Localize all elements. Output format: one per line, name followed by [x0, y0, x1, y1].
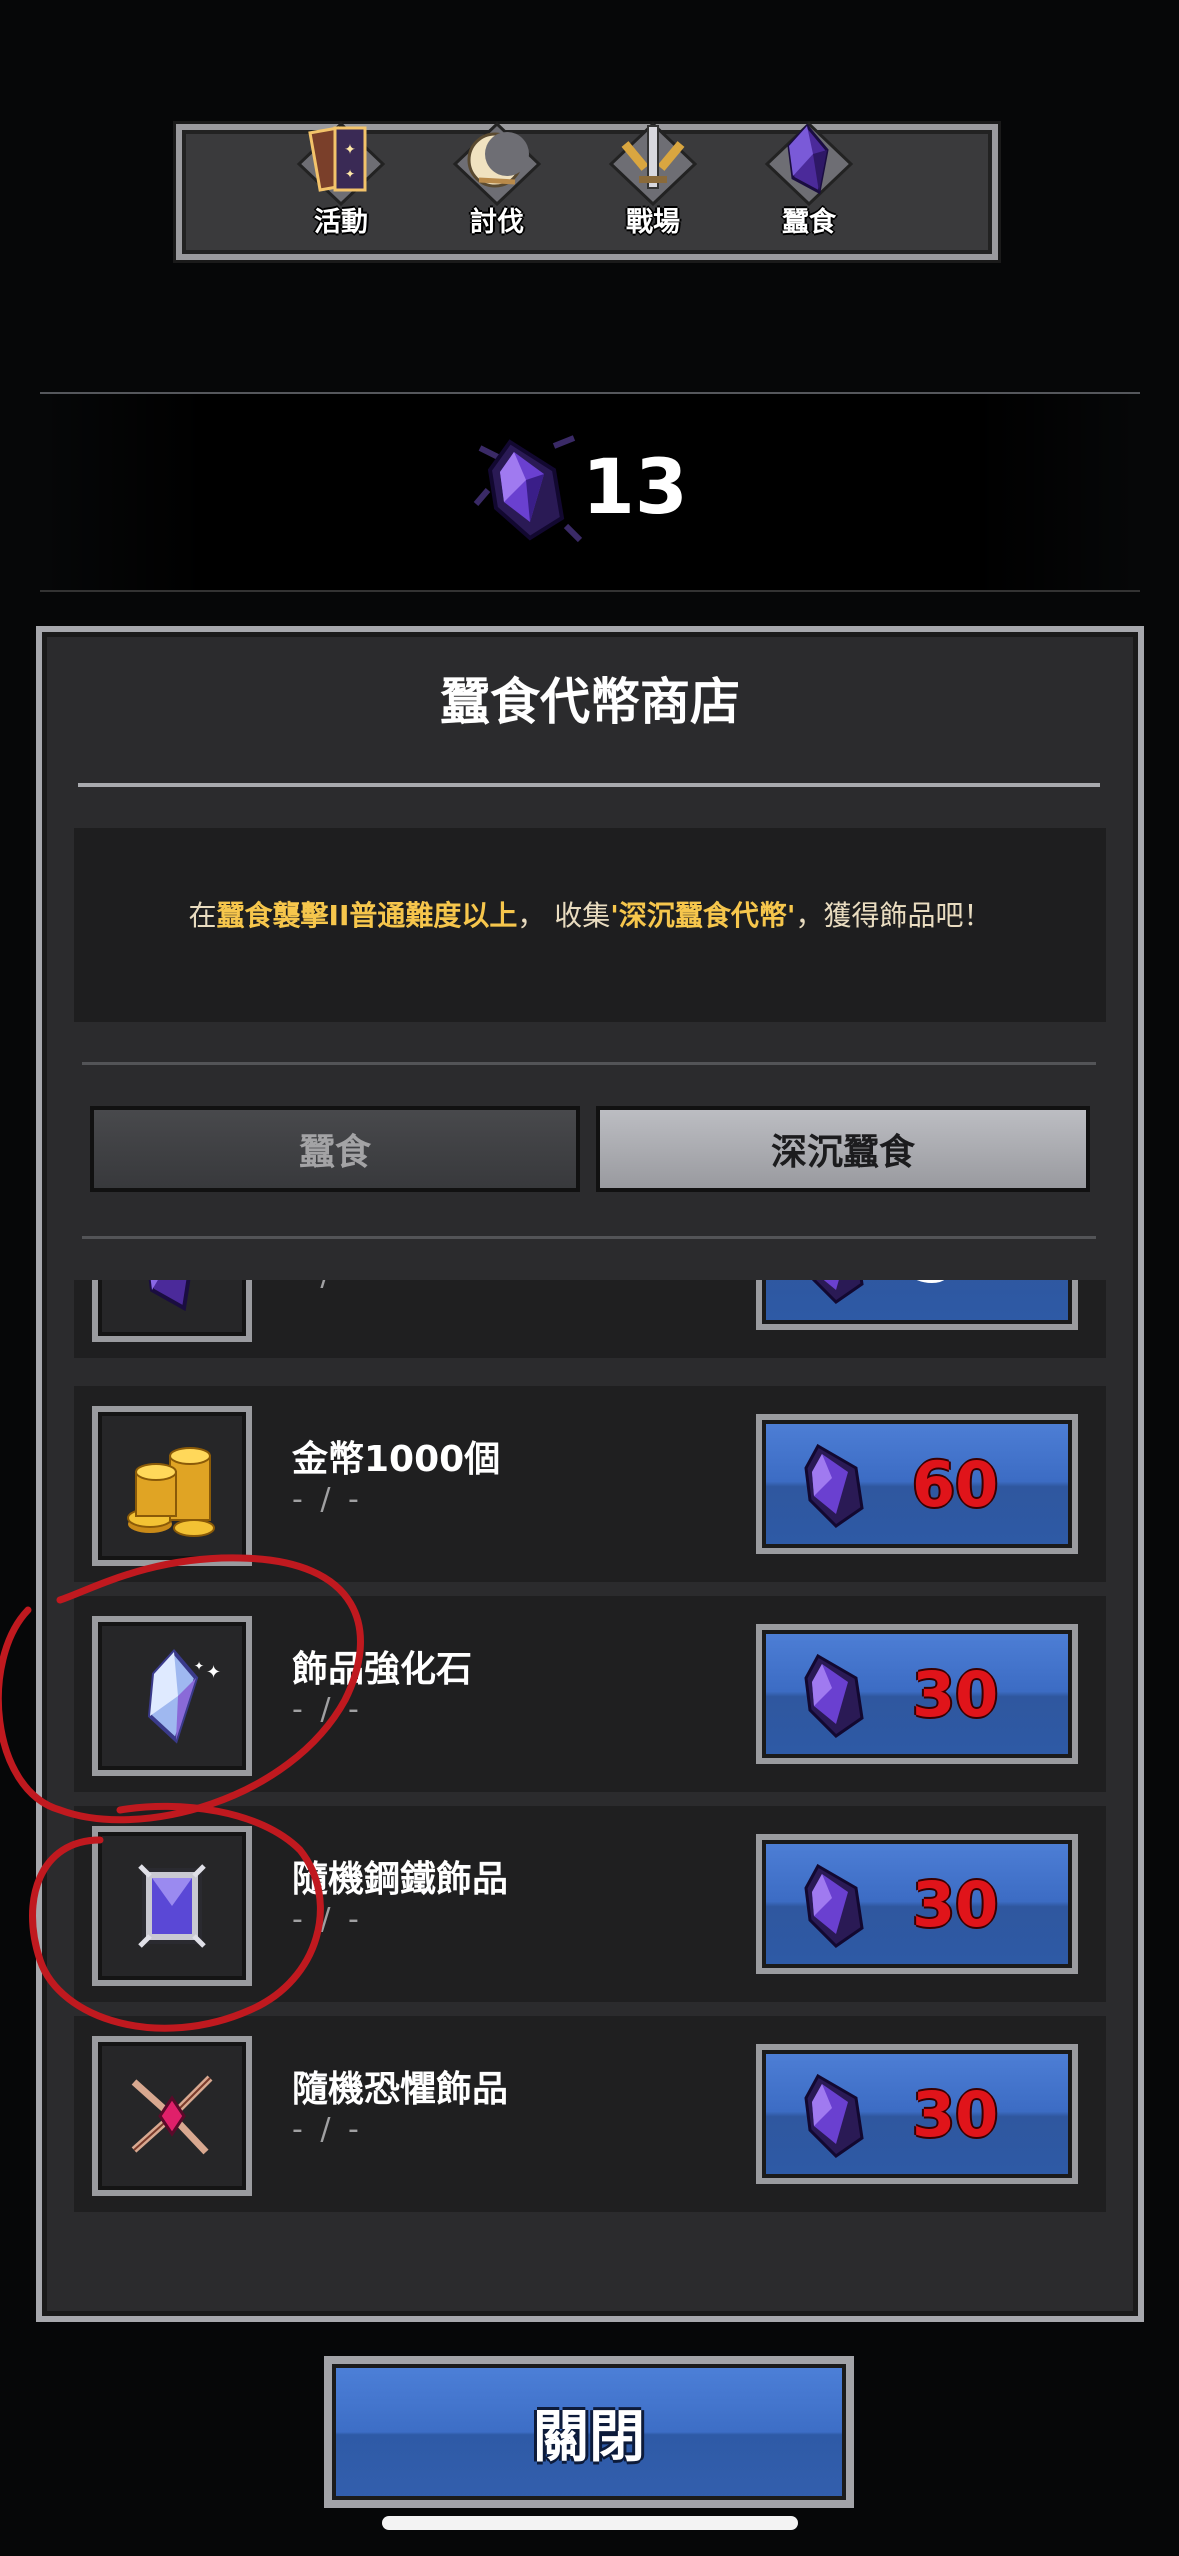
price-amount: 30	[912, 1658, 999, 1731]
buy-button[interactable]: 30	[756, 1834, 1078, 1974]
erosion-token-icon	[811, 1280, 864, 1304]
home-indicator[interactable]	[382, 2516, 798, 2530]
crossed-swords-icon	[608, 121, 698, 206]
item-stock: - / -	[292, 2112, 363, 2147]
tab-erosion[interactable]: 蠶食	[744, 121, 874, 254]
currency-amount: 13	[582, 442, 688, 531]
buy-button[interactable]: 60	[756, 1414, 1078, 1554]
tab-subjugation-label: 討伐	[470, 207, 524, 238]
list-item[interactable]: - / - 5	[74, 1280, 1106, 1358]
erosion-token-icon	[804, 1653, 864, 1738]
page-title: 蠶食代幣商店	[440, 673, 740, 731]
buy-button[interactable]: 5	[756, 1280, 1078, 1330]
info-suffix: ，獲得飾品吧！	[795, 899, 992, 932]
erosion-token-icon	[804, 1863, 864, 1948]
price-amount: 5	[912, 1280, 955, 1297]
mode-tab-bar: ✦ ✦ 活動 討伐 戰場 蠶食	[176, 121, 998, 260]
crystal-icon	[148, 1280, 191, 1312]
info-highlight-difficulty: 蠶食襲擊II普通難度以上	[216, 899, 518, 932]
svg-text:✦: ✦	[345, 167, 355, 181]
info-prefix: 在	[188, 899, 217, 932]
price-amount: 60	[912, 1448, 999, 1521]
svg-text:✦: ✦	[344, 142, 356, 158]
item-slot	[92, 1280, 252, 1342]
erosion-token-icon	[473, 435, 583, 543]
price-amount: 30	[912, 2078, 999, 2151]
tab-erosion-label: 蠶食	[782, 207, 836, 238]
info-text: 在蠶食襲擊II普通難度以上， 收集'深沉蠶食代幣'，獲得飾品吧！	[74, 894, 1106, 934]
divider	[82, 1236, 1096, 1239]
item-stock: - / -	[292, 1482, 363, 1517]
item-stock: - / -	[292, 1280, 363, 1293]
item-name: 隨機恐懼飾品	[292, 2069, 509, 2110]
cards-icon: ✦ ✦	[296, 121, 386, 206]
close-button[interactable]: 關閉	[324, 2356, 854, 2508]
item-name: 金幣1000個	[292, 1439, 501, 1480]
tab-activity[interactable]: ✦ ✦ 活動	[276, 121, 406, 254]
info-highlight-token: '深沉蠶食代幣'	[610, 899, 796, 932]
crescent-moon-icon	[452, 121, 542, 206]
item-slot	[92, 2036, 252, 2196]
price-amount: 30	[912, 1868, 999, 1941]
fear-accessory-icon	[131, 2075, 213, 2155]
buy-button[interactable]: 30	[756, 1624, 1078, 1764]
tab-subjugation[interactable]: 討伐	[432, 121, 562, 254]
info-mid: ， 收集	[517, 899, 611, 932]
purple-crystal-icon	[764, 121, 854, 206]
tab-battlefield-label: 戰場	[626, 207, 680, 238]
erosion-token-icon	[804, 1443, 864, 1528]
tab-battlefield[interactable]: 戰場	[588, 121, 718, 254]
red-circle-annotation	[0, 1554, 364, 2032]
title-divider	[78, 783, 1100, 787]
divider	[82, 1062, 1096, 1065]
gold-coins-icon	[127, 1447, 215, 1537]
erosion-token-icon	[804, 2073, 864, 2158]
tab-activity-label: 活動	[314, 207, 368, 238]
buy-button[interactable]: 30	[756, 2044, 1078, 2184]
segment-deep-erosion[interactable]: 深沉蠶食	[596, 1106, 1090, 1192]
segment-erosion[interactable]: 蠶食	[90, 1106, 580, 1192]
